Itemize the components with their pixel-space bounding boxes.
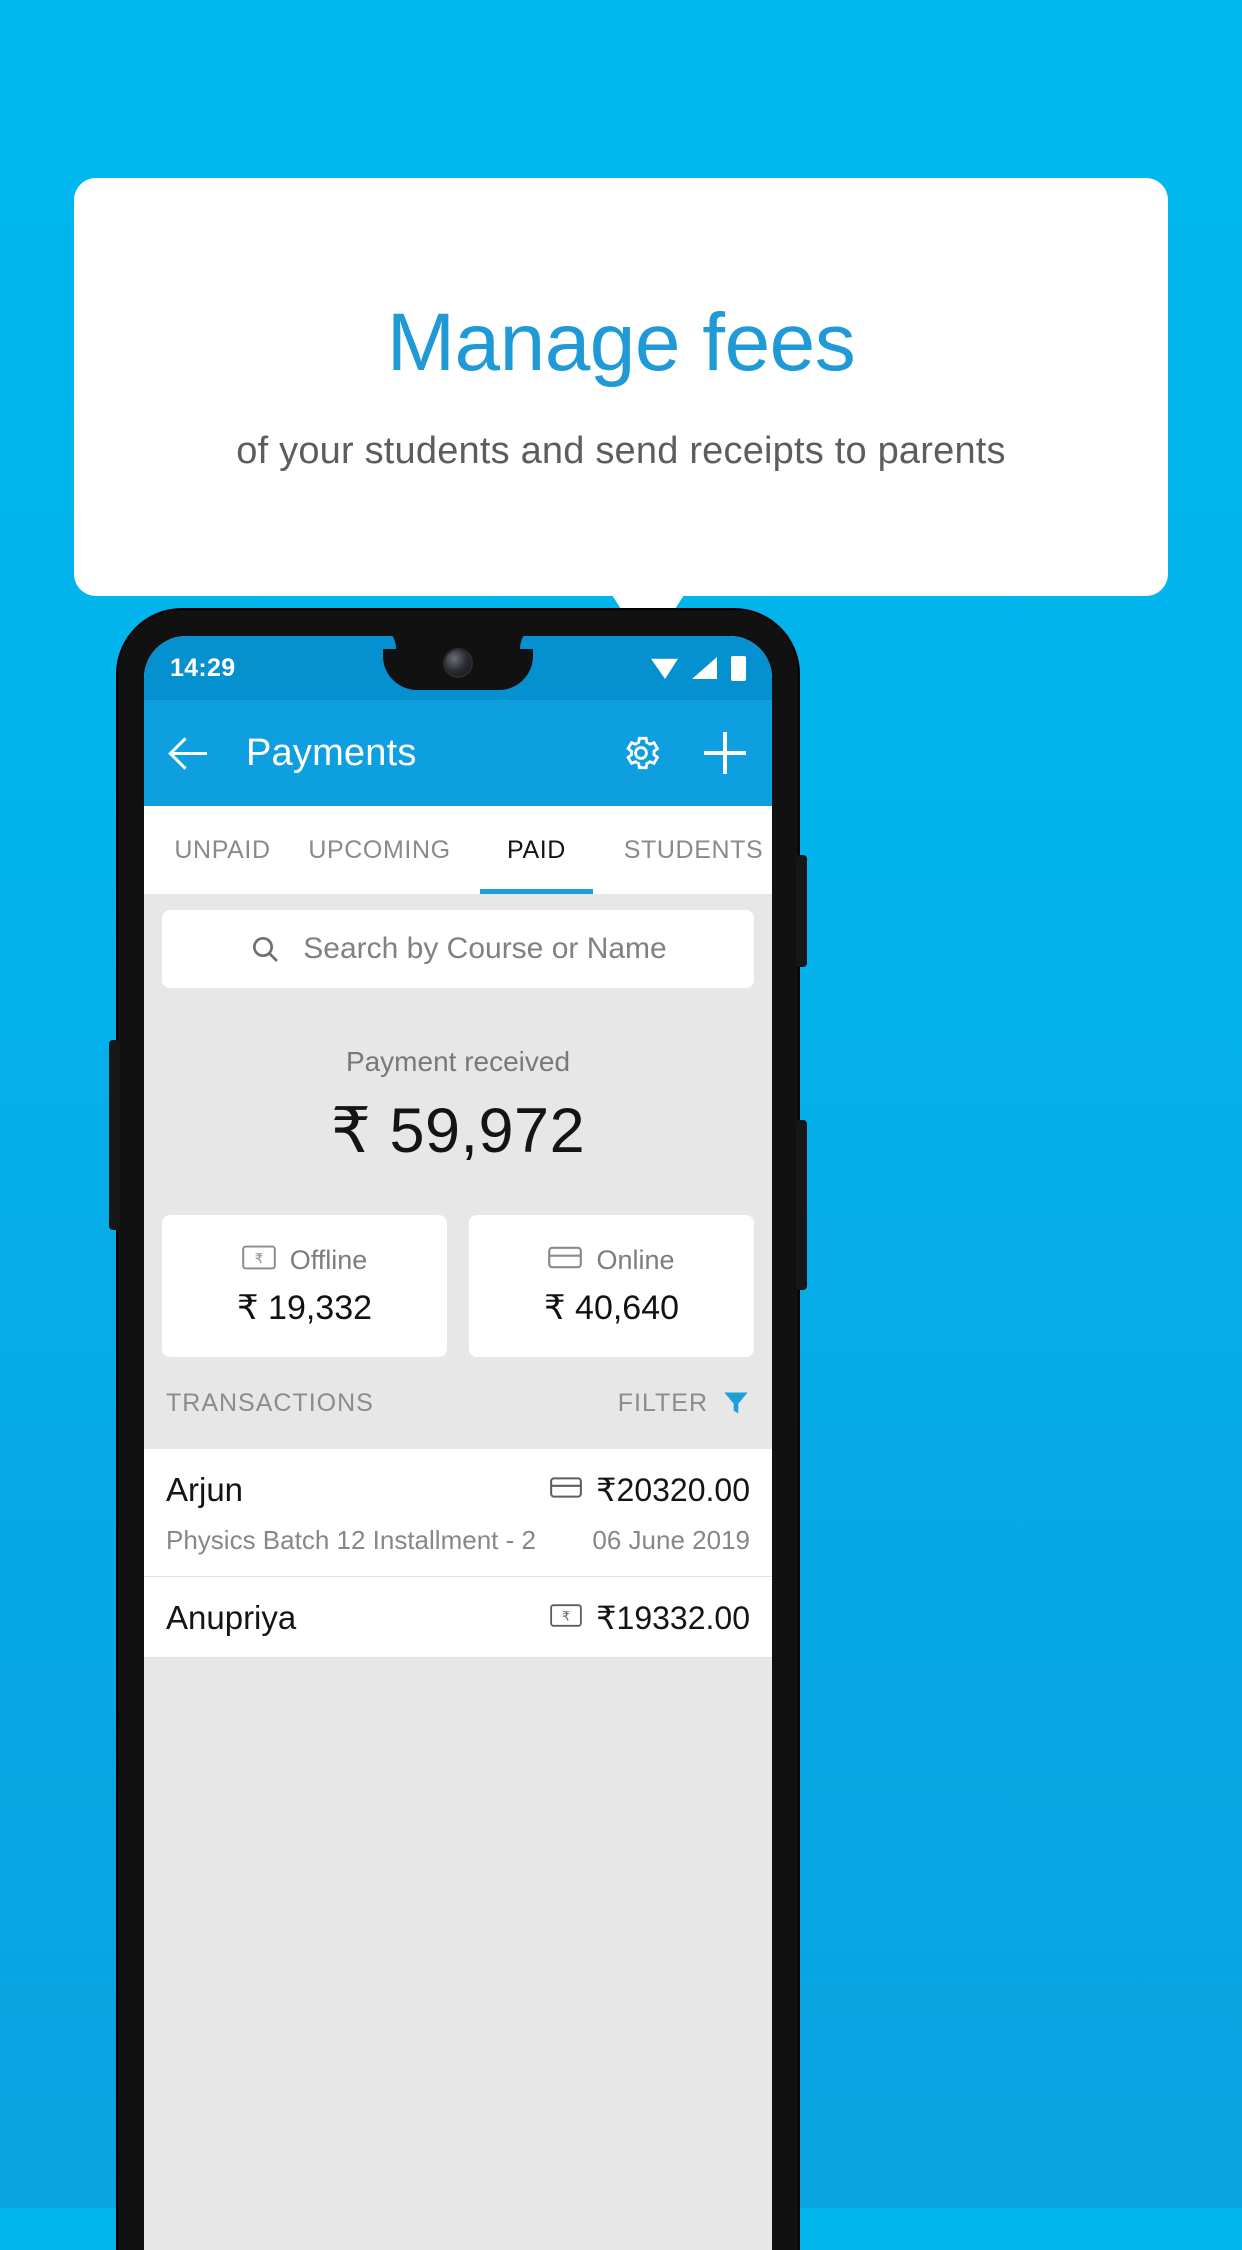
transactions-header: TRANSACTIONS FILTER	[144, 1357, 772, 1449]
search-icon	[249, 933, 281, 965]
breakdown-cards: ₹ Offline ₹ 19,332 Online ₹ 40,640	[144, 1167, 772, 1357]
svg-text:₹: ₹	[562, 1609, 570, 1624]
app-bar: Payments	[144, 700, 772, 806]
transaction-name: Anupriya	[166, 1599, 297, 1636]
tab-paid[interactable]: PAID	[458, 806, 615, 894]
wifi-icon	[651, 658, 678, 679]
cash-note-icon: ₹	[550, 1604, 582, 1632]
transaction-amount-group: ₹ ₹19332.00	[550, 1599, 750, 1637]
search-container: Search by Course or Name	[144, 894, 772, 988]
plus-icon[interactable]	[704, 732, 746, 774]
online-card-head: Online	[548, 1244, 675, 1276]
credit-card-icon	[548, 1245, 583, 1275]
svg-text:₹: ₹	[254, 1252, 263, 1267]
summary-amount: ₹ 59,972	[330, 1096, 586, 1166]
back-arrow-icon[interactable]	[170, 733, 210, 773]
transaction-amount: ₹20320.00	[596, 1472, 750, 1508]
transaction-amount: ₹19332.00	[596, 1600, 750, 1636]
transaction-list: Arjun ₹20320.00 Physics Batch 12 Install…	[144, 1449, 772, 1658]
offline-card-head: ₹ Offline	[241, 1244, 368, 1276]
front-camera	[445, 650, 471, 676]
transaction-primary-line: Anupriya ₹ ₹19332.00	[166, 1599, 750, 1637]
summary-label: Payment received	[345, 1046, 571, 1077]
transaction-date: 06 June 2019	[592, 1525, 750, 1555]
tab-upcoming[interactable]: UPCOMING	[301, 806, 458, 894]
search-input[interactable]: Search by Course or Name	[162, 910, 754, 988]
cash-note-icon: ₹	[241, 1245, 276, 1275]
battery-icon	[731, 655, 746, 681]
tab-bar: UNPAID UPCOMING PAID STUDENTS	[144, 806, 772, 894]
transactions-title: TRANSACTIONS	[166, 1388, 374, 1417]
offline-amount: ₹ 19,332	[236, 1288, 373, 1327]
transaction-primary-line: Arjun ₹20320.00	[166, 1471, 750, 1509]
phone-screen: 14:29 Payments UNPAID UPCOMING PAID STUD…	[144, 636, 772, 2250]
filter-button[interactable]: FILTER	[618, 1389, 750, 1418]
tab-unpaid[interactable]: UNPAID	[144, 806, 301, 894]
phone-button-left	[109, 1040, 120, 1230]
online-label: Online	[596, 1244, 675, 1275]
status-time: 14:29	[170, 653, 236, 682]
phone-notch	[383, 636, 533, 690]
transaction-name: Arjun	[166, 1471, 244, 1508]
online-card[interactable]: Online ₹ 40,640	[469, 1215, 754, 1357]
promo-subtitle: of your students and send receipts to pa…	[236, 429, 1006, 472]
filter-label: FILTER	[617, 1388, 708, 1417]
phone-button-right-upper	[796, 855, 807, 967]
table-row[interactable]: Arjun ₹20320.00 Physics Batch 12 Install…	[144, 1449, 772, 1577]
payment-summary: Payment received ₹ 59,972	[144, 988, 772, 1167]
gear-icon[interactable]	[620, 732, 662, 774]
offline-card[interactable]: ₹ Offline ₹ 19,332	[162, 1215, 447, 1357]
phone-button-right-lower	[796, 1120, 807, 1290]
promo-title: Manage fees	[386, 296, 856, 388]
status-icons	[651, 655, 746, 681]
funnel-icon	[722, 1389, 750, 1417]
table-row[interactable]: Anupriya ₹ ₹19332.00	[144, 1577, 772, 1658]
online-amount: ₹ 40,640	[543, 1288, 680, 1327]
status-bar: 14:29	[144, 636, 772, 700]
transaction-amount-group: ₹20320.00	[550, 1471, 750, 1509]
credit-card-icon	[550, 1476, 583, 1504]
app-bar-actions	[620, 732, 746, 774]
page-title: Payments	[246, 731, 417, 774]
content-area: Search by Course or Name Payment receive…	[144, 894, 772, 2250]
search-placeholder: Search by Course or Name	[303, 932, 667, 965]
promo-callout-card: Manage fees of your students and send re…	[74, 178, 1168, 596]
offline-label: Offline	[289, 1244, 368, 1275]
signal-icon	[692, 657, 717, 679]
transaction-description: Physics Batch 12 Installment - 2	[166, 1525, 536, 1555]
phone-mockup: 14:29 Payments UNPAID UPCOMING PAID STUD…	[109, 610, 807, 2250]
tab-students[interactable]: STUDENTS	[615, 806, 772, 894]
transaction-secondary-line: Physics Batch 12 Installment - 2 06 June…	[166, 1525, 750, 1556]
